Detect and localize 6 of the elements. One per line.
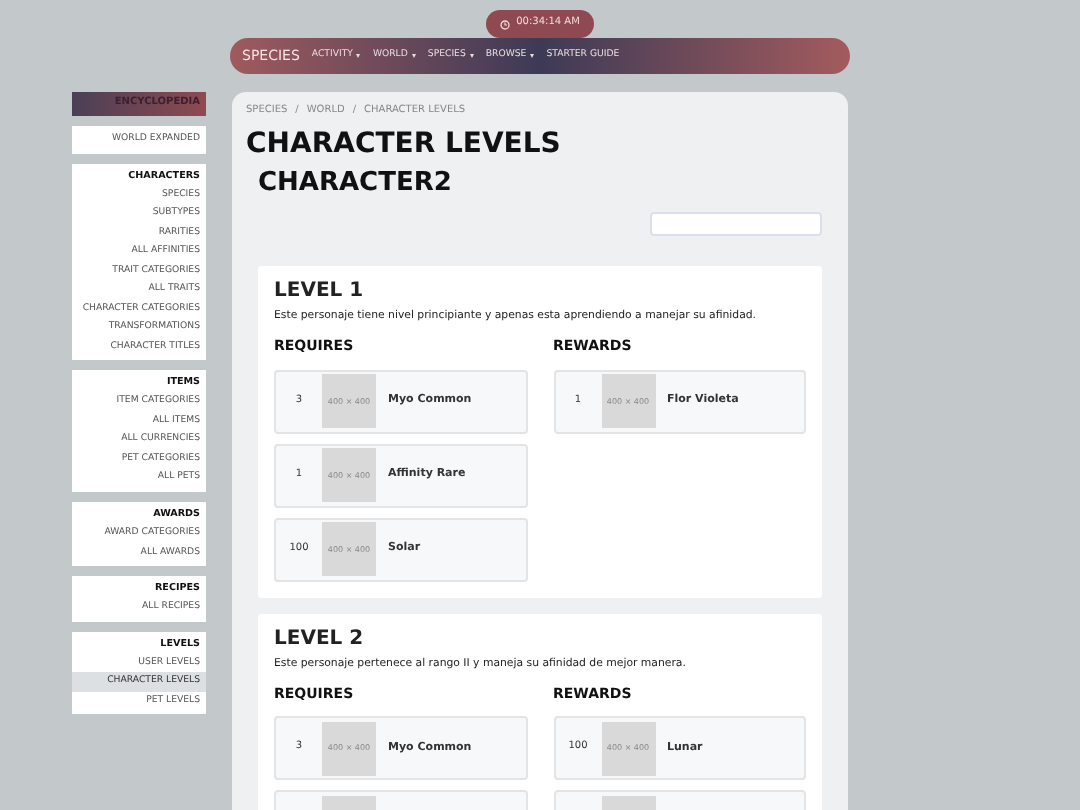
level-title: LEVEL 2 — [274, 627, 366, 651]
clock-icon — [500, 19, 511, 29]
page-title: CHARACTER LEVELS — [246, 127, 563, 161]
search-field[interactable] — [650, 211, 822, 236]
level-title: LEVEL 1 — [274, 279, 366, 304]
character-name: CHARACTER2 — [258, 168, 454, 200]
